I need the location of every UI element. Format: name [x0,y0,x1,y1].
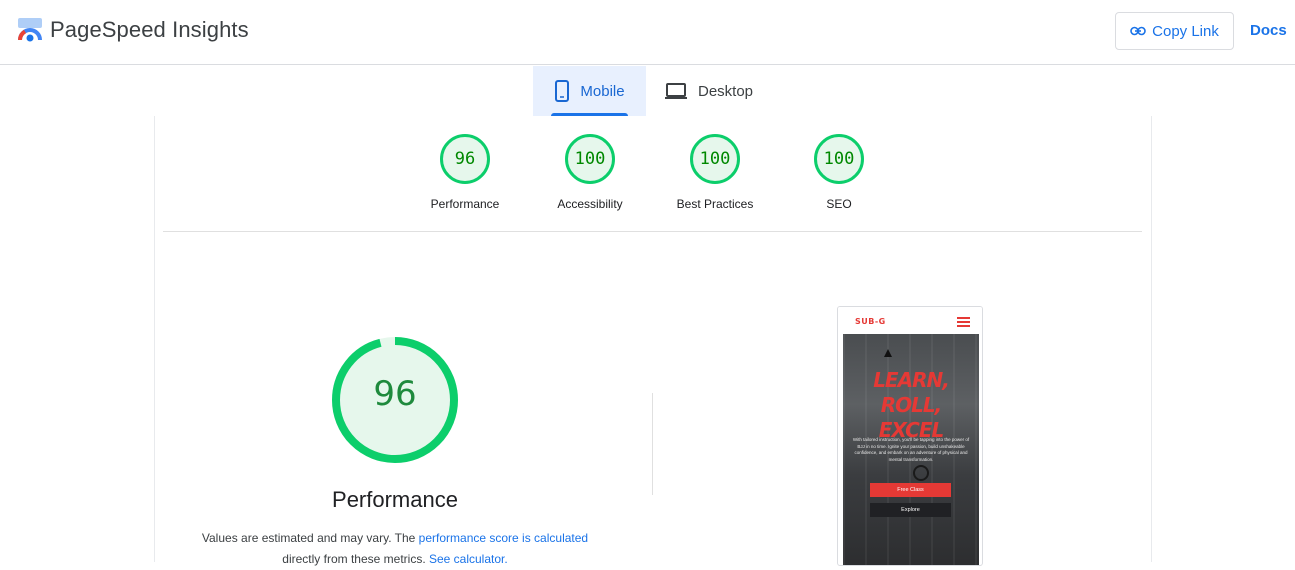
preview-navbar: SUB-G [838,307,982,334]
perf-desc-prefix: Values are estimated and may vary. The [201,531,419,545]
content-frame-right [1151,116,1152,562]
score-circle: 100 [690,134,740,184]
mobile-phone-icon [555,80,570,102]
tab-mobile[interactable]: Mobile [533,66,646,116]
docs-link[interactable]: Docs [1250,22,1287,39]
column-divider [652,393,653,495]
tab-mobile-label: Mobile [580,82,625,100]
page-screenshot-preview: SUB-G LEARN, ROLL, EXCEL With tailored i… [837,306,983,566]
hero-logo-icon [884,349,892,357]
score-circle: 96 [440,134,490,184]
performance-score-value: 96 [373,374,417,414]
perf-desc-middle: directly from these metrics. [282,552,429,566]
preview-brand-logo: SUB-G [855,317,886,326]
pagespeed-logo-icon [18,18,42,42]
active-tab-indicator [551,113,628,116]
preview-free-class-button: Free Class [870,483,951,497]
preview-hero: LEARN, ROLL, EXCEL With tailored instruc… [843,334,979,565]
headline-line-1: LEARN, ROLL, [873,368,950,417]
score-gauge-accessibility[interactable]: 100 Accessibility [535,134,645,211]
tab-desktop-label: Desktop [698,82,754,100]
copy-link-button[interactable]: Copy Link [1115,12,1234,50]
score-gauge-performance[interactable]: 96 Performance [410,134,520,211]
score-gauge-best-practices[interactable]: 100 Best Practices [660,134,770,211]
score-label: Accessibility [557,197,623,211]
score-label: SEO [826,197,852,211]
preview-body-text: With tailored instruction, you'll be tap… [852,437,970,462]
performance-title: Performance [332,487,458,512]
tab-desktop[interactable]: Desktop [664,66,753,116]
link-icon [1130,26,1146,36]
score-label: Performance [430,197,500,211]
score-gauge-seo[interactable]: 100 SEO [784,134,894,211]
app-title: PageSpeed Insights [50,17,249,42]
score-label: Best Practices [676,197,754,211]
score-circle: 100 [565,134,615,184]
desktop-laptop-icon [665,83,687,99]
top-header: PageSpeed Insights Copy Link Docs [0,0,1295,65]
performance-score-link[interactable]: performance score is calculated [419,531,588,545]
section-divider [163,231,1142,232]
preview-explore-button: Explore [870,503,951,517]
performance-description: Values are estimated and may vary. The p… [185,528,605,570]
hamburger-menu-icon [957,317,970,327]
copy-link-label: Copy Link [1152,22,1219,40]
see-calculator-link[interactable]: See calculator. [429,552,508,566]
preview-headline: LEARN, ROLL, EXCEL [843,368,979,443]
content-frame-left [154,116,155,562]
score-circle: 100 [814,134,864,184]
hero-emblem-icon [913,465,929,481]
